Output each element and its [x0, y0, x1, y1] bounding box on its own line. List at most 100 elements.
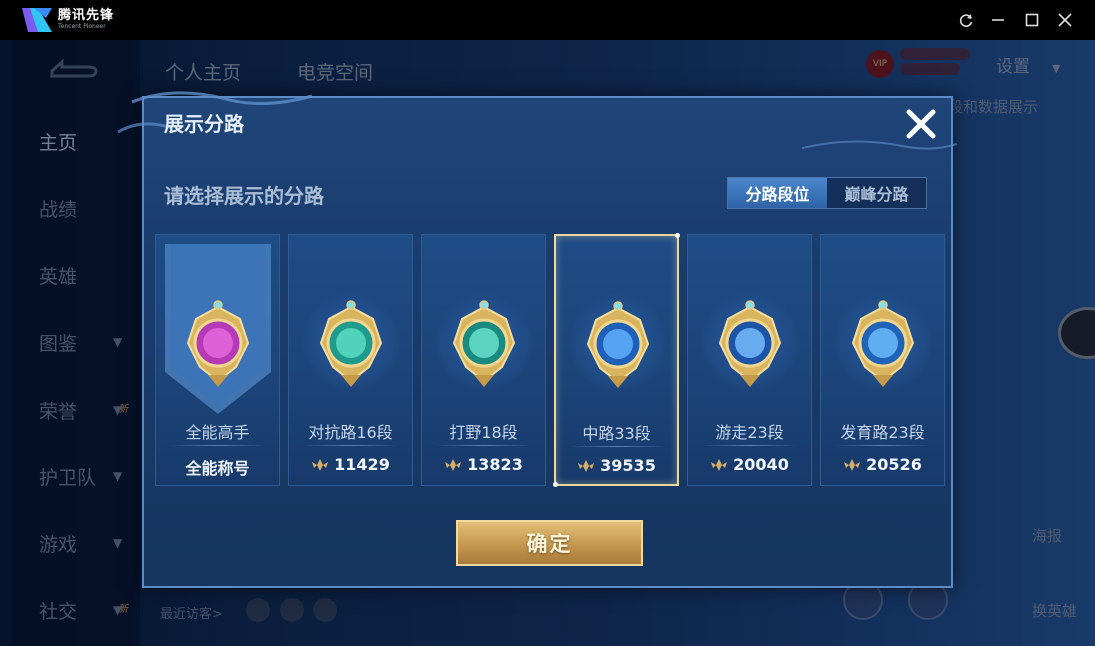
- settings-label: 设置: [996, 57, 1030, 77]
- route-card-value-text: 20040: [733, 455, 789, 474]
- chevron-down-icon: ▼: [113, 335, 123, 349]
- combat-power-icon: [844, 458, 861, 471]
- route-card-value-text: 全能称号: [185, 459, 250, 478]
- avatar[interactable]: [280, 598, 304, 622]
- chevron-down-icon: ▼: [113, 403, 123, 417]
- selection-corner: [675, 233, 680, 238]
- lane-emblem-icon: [851, 300, 915, 387]
- avatar[interactable]: [313, 598, 337, 622]
- route-card-value: 13823: [422, 455, 545, 474]
- title-bar: 腾讯先锋 Tencent Pioneer: [0, 0, 1095, 40]
- route-card-value: 全能称号: [156, 455, 279, 479]
- route-card-label: 全能高手: [185, 423, 250, 442]
- combat-power-icon: [711, 458, 728, 471]
- sidebar-item-label: 主页: [39, 131, 78, 154]
- close-icon: [906, 109, 936, 139]
- all-round-emblem-icon: [186, 300, 250, 387]
- brand-subname: Tencent Pioneer: [58, 23, 106, 30]
- sidebar-item-atlas[interactable]: 图鉴 ▼: [0, 322, 140, 362]
- brand-name: 腾讯先锋: [58, 8, 115, 23]
- tab-esports[interactable]: 电竞空间: [297, 58, 373, 85]
- route-display-dialog: 展示分路 请选择展示的分路 分路段位 巅峰分路 全能高手 全能称号 对抗路16段 11…: [117, 91, 958, 588]
- route-card-value-text: 20526: [866, 455, 922, 474]
- route-card-label: 中路33段: [582, 424, 651, 443]
- divider: [570, 446, 665, 447]
- poster-button[interactable]: 海报: [1032, 525, 1062, 546]
- vip-icon: VIP: [866, 50, 894, 78]
- route-card-label: 打野18段: [449, 423, 518, 442]
- chevron-down-icon: ▼: [1052, 62, 1061, 75]
- route-card[interactable]: 对抗路16段 11429: [288, 234, 413, 486]
- route-card-value: 39535: [556, 456, 677, 475]
- divider: [436, 445, 531, 446]
- sidebar-item-record[interactable]: 战绩: [0, 188, 140, 228]
- route-card-list: 全能高手 全能称号 对抗路16段 11429 打野18段 13823 中路33段 39535 游…: [155, 233, 945, 487]
- minimize-icon[interactable]: [986, 8, 1010, 32]
- right-panel-text: 段和数据展示: [948, 98, 1039, 116]
- route-card[interactable]: 打野18段 13823: [421, 234, 546, 486]
- recent-visitors-link[interactable]: 最近访客>: [160, 603, 223, 622]
- divider: [170, 445, 265, 446]
- lane-emblem-icon: [718, 300, 782, 387]
- sidebar-item-label: 图鉴: [39, 332, 78, 355]
- back-arrow-icon[interactable]: [44, 58, 100, 84]
- lane-emblem-icon: [452, 300, 516, 387]
- settings-button[interactable]: 设置 ▼: [996, 52, 1060, 77]
- close-icon[interactable]: [1053, 8, 1077, 32]
- sidebar-item-home[interactable]: 主页: [0, 121, 140, 161]
- route-card-label: 游走23段: [715, 423, 784, 442]
- route-card-value-text: 11429: [334, 455, 390, 474]
- route-card-value-text: 39535: [600, 456, 656, 475]
- app-logo-icon: [22, 8, 52, 32]
- change-hero-button[interactable]: 换英雄: [1032, 600, 1077, 621]
- new-badge: 新: [118, 404, 128, 415]
- route-card[interactable]: 中路33段 39535: [553, 233, 680, 487]
- lane-emblem-icon: [319, 300, 383, 387]
- route-card[interactable]: 游走23段 20040: [687, 234, 812, 486]
- selection-corner: [553, 482, 558, 487]
- route-card[interactable]: 发育路23段 20526: [820, 234, 945, 486]
- sidebar-item-guard[interactable]: 护卫队 ▼: [0, 456, 140, 496]
- divider: [702, 445, 797, 446]
- lane-emblem-icon: [586, 301, 650, 388]
- sidebar: [12, 40, 140, 646]
- sidebar-item-label: 社交: [39, 600, 78, 623]
- side-handle-icon[interactable]: [1058, 307, 1095, 359]
- confirm-button[interactable]: 确定: [456, 520, 643, 566]
- divider: [303, 445, 398, 446]
- sidebar-item-social[interactable]: 社交 新 ▼: [0, 590, 140, 630]
- dialog-subtitle: 请选择展示的分路: [164, 184, 324, 208]
- sidebar-item-heroes[interactable]: 英雄: [0, 255, 140, 295]
- tab-route-rank[interactable]: 分路段位: [728, 178, 827, 208]
- tab-peak-route[interactable]: 巅峰分路: [827, 178, 926, 208]
- route-card[interactable]: 全能高手 全能称号: [155, 234, 280, 486]
- route-type-toggle: 分路段位 巅峰分路: [727, 177, 927, 209]
- sidebar-item-label: 护卫队: [39, 466, 97, 489]
- dialog-close-button[interactable]: [899, 102, 943, 146]
- route-card-value: 20040: [688, 455, 811, 474]
- route-card-label: 发育路23段: [840, 423, 925, 442]
- route-card-value: 11429: [289, 455, 412, 474]
- sidebar-item-label: 游戏: [39, 533, 78, 556]
- dialog-title: 展示分路: [164, 112, 244, 136]
- sidebar-item-honor[interactable]: 荣誉 新 ▼: [0, 390, 140, 430]
- chevron-down-icon: ▼: [113, 469, 123, 483]
- sidebar-item-label: 战绩: [39, 198, 78, 221]
- chevron-down-icon: ▼: [113, 603, 123, 617]
- route-card-value: 20526: [821, 455, 944, 474]
- brand: 腾讯先锋 Tencent Pioneer: [58, 9, 114, 31]
- divider: [835, 445, 930, 446]
- vip-info: [900, 48, 970, 78]
- sidebar-item-games[interactable]: 游戏 ▼: [0, 523, 140, 563]
- sidebar-item-label: 荣誉: [39, 400, 78, 423]
- combat-power-icon: [578, 459, 595, 472]
- refresh-icon[interactable]: [954, 8, 978, 32]
- avatar[interactable]: [246, 598, 270, 622]
- tab-profile[interactable]: 个人主页: [165, 58, 241, 85]
- sidebar-item-label: 英雄: [39, 265, 78, 288]
- combat-power-icon: [312, 458, 329, 471]
- combat-power-icon: [445, 458, 462, 471]
- maximize-icon[interactable]: [1020, 8, 1044, 32]
- route-card-label: 对抗路16段: [308, 423, 393, 442]
- chevron-down-icon: ▼: [113, 536, 123, 550]
